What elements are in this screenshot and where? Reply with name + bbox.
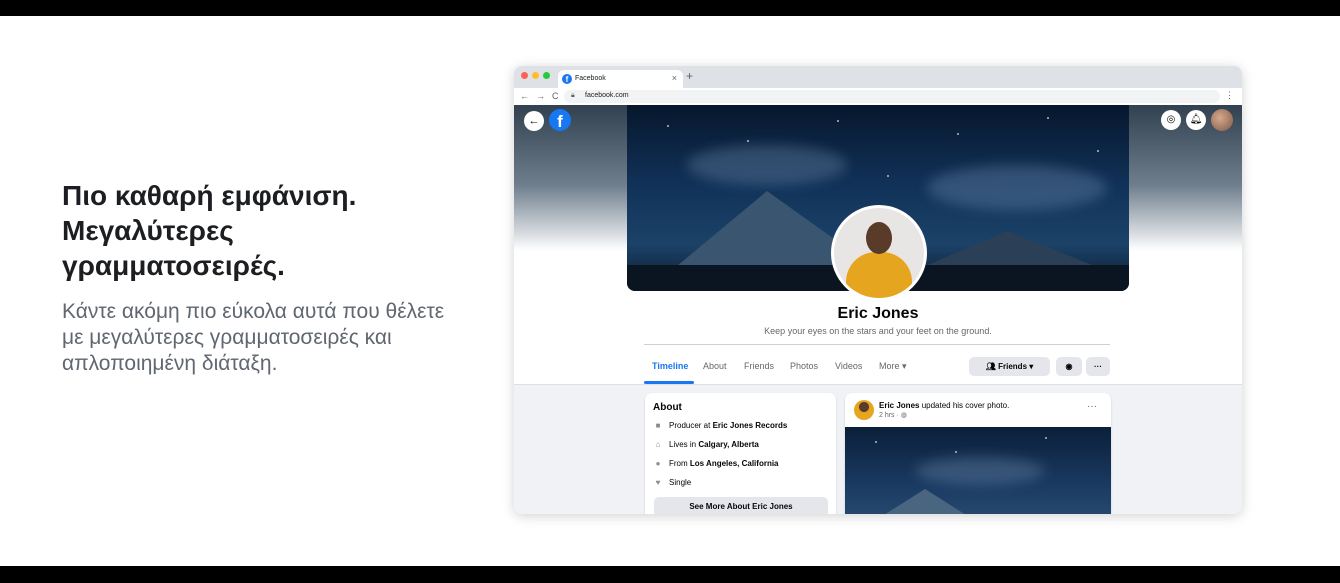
window-close-dot[interactable] [521, 72, 528, 79]
post-menu-icon[interactable]: ··· [1087, 401, 1097, 412]
profile-tabs: Timeline About Friends Photos Videos Mor… [644, 350, 1110, 384]
about-title: About [653, 402, 682, 413]
home-icon: ⌂ [655, 440, 661, 449]
avatar-head [866, 222, 892, 254]
browser-window: f Facebook × + ← → C 🔒︎ facebook.com ⋮ ←… [514, 66, 1242, 514]
lock-icon: 🔒︎ [571, 92, 575, 99]
browser-menu-icon[interactable]: ⋮ [1225, 90, 1234, 101]
facebook-page: ← f ◎ 🔔︎ Eric Jones Keep your eyes on th… [514, 105, 1242, 514]
about-row-relationship: ♥ Single [653, 478, 692, 487]
marketing-copy: Πιο καθαρή εμφάνιση. Μεγαλύτερες γραμματ… [62, 178, 462, 377]
cover-star [887, 175, 889, 177]
cover-cloud [927, 165, 1107, 210]
avatar-body [846, 252, 912, 298]
post-action: updated his cover photo. [919, 401, 1010, 410]
tab-timeline[interactable]: Timeline [652, 361, 688, 371]
post-photo[interactable] [845, 427, 1111, 514]
profile-bio: Keep your eyes on the stars and your fee… [764, 326, 992, 336]
forward-arrow-icon[interactable]: → [536, 91, 545, 101]
friends-icon: 👥︎ [985, 362, 996, 371]
notifications-bell-icon[interactable]: 🔔︎ [1186, 110, 1206, 130]
photo-star [955, 451, 957, 453]
reload-icon[interactable]: C [552, 91, 559, 101]
tab-about[interactable]: About [703, 361, 727, 371]
tab-videos[interactable]: Videos [835, 361, 862, 371]
tab-photos[interactable]: Photos [790, 361, 818, 371]
cover-star [1047, 117, 1049, 119]
tab-more[interactable]: More ▾ [879, 361, 907, 372]
about-row-prefix: Producer at [669, 421, 713, 430]
message-button[interactable]: ◉ [1056, 357, 1082, 376]
friends-button-label: Friends ▾ [998, 362, 1034, 371]
about-row-prefix: From [669, 459, 690, 468]
messenger-icon[interactable]: ◎ [1161, 110, 1181, 130]
photo-mountain [865, 489, 985, 514]
post-author-avatar[interactable] [854, 400, 874, 420]
browser-tab[interactable]: f Facebook × [558, 70, 683, 88]
profile-avatar[interactable] [831, 205, 927, 301]
facebook-favicon-icon: f [562, 74, 572, 84]
see-more-about-button[interactable]: See More About Eric Jones [654, 497, 828, 514]
post-header: Eric Jones updated his cover photo. [879, 401, 1009, 410]
marketing-subcopy: Κάντε ακόμη πιο εύκολα αυτά που θέλετε μ… [62, 300, 445, 375]
about-row-value[interactable]: Los Angeles, California [690, 459, 779, 468]
url-input[interactable]: 🔒︎ facebook.com [564, 90, 1220, 103]
about-row-prefix: Lives in [669, 440, 699, 449]
more-options-button[interactable]: ··· [1086, 357, 1110, 376]
heart-icon: ♥ [655, 478, 661, 487]
post-card: Eric Jones updated his cover photo. 2 hr… [845, 393, 1111, 514]
about-card: About ■ Producer at Eric Jones Records ⌂ L… [645, 393, 836, 514]
photo-cloud [915, 457, 1045, 485]
browser-tab-bar: f Facebook × + [514, 66, 1242, 88]
post-timestamp[interactable]: 2 hrs · ◍ [879, 411, 907, 419]
back-arrow-icon[interactable]: ← [520, 91, 529, 101]
about-row-lives: ⌂ Lives in Calgary, Alberta [653, 440, 759, 449]
url-text: facebook.com [585, 92, 629, 99]
profile-divider [644, 344, 1110, 345]
photo-star [1045, 437, 1047, 439]
cover-star [667, 125, 669, 127]
new-tab-icon[interactable]: + [686, 69, 693, 83]
cover-star [747, 140, 749, 142]
tab-friends[interactable]: Friends [744, 361, 774, 371]
cover-star [1097, 150, 1099, 152]
marketing-stage: Πιο καθαρή εμφάνιση. Μεγαλύτερες γραμματ… [0, 16, 1340, 566]
cover-star [957, 133, 959, 135]
post-time-text: 2 hrs · [879, 412, 901, 419]
facebook-logo-icon[interactable]: f [549, 109, 571, 131]
about-row-value[interactable]: Eric Jones Records [713, 421, 788, 430]
cover-cloud [687, 145, 847, 185]
browser-tab-title: Facebook [575, 75, 606, 82]
back-arrow-icon[interactable]: ← [524, 111, 544, 131]
photo-star [875, 441, 877, 443]
globe-icon: ◍ [900, 412, 907, 419]
header-bottom-line [514, 384, 1242, 385]
account-avatar[interactable] [1211, 109, 1233, 131]
about-row-value[interactable]: Calgary, Alberta [698, 440, 758, 449]
window-zoom-dot[interactable] [543, 72, 550, 79]
close-tab-icon[interactable]: × [672, 73, 677, 83]
briefcase-icon: ■ [655, 421, 661, 430]
about-row-work: ■ Producer at Eric Jones Records [653, 421, 788, 430]
about-row-from: ● From Los Angeles, California [653, 459, 779, 468]
post-author[interactable]: Eric Jones [879, 401, 919, 410]
profile-name: Eric Jones [837, 305, 919, 322]
location-pin-icon: ● [655, 459, 661, 468]
browser-address-bar: ← → C 🔒︎ facebook.com ⋮ [514, 88, 1242, 106]
cover-star [837, 120, 839, 122]
about-row-value: Single [669, 478, 692, 487]
marketing-headline: Πιο καθαρή εμφάνιση. Μεγαλύτερες γραμματ… [62, 180, 357, 281]
messenger-icon: ◉ [1065, 362, 1073, 371]
window-minimize-dot[interactable] [532, 72, 539, 79]
friends-button[interactable]: 👥︎ Friends ▾ [969, 357, 1050, 376]
